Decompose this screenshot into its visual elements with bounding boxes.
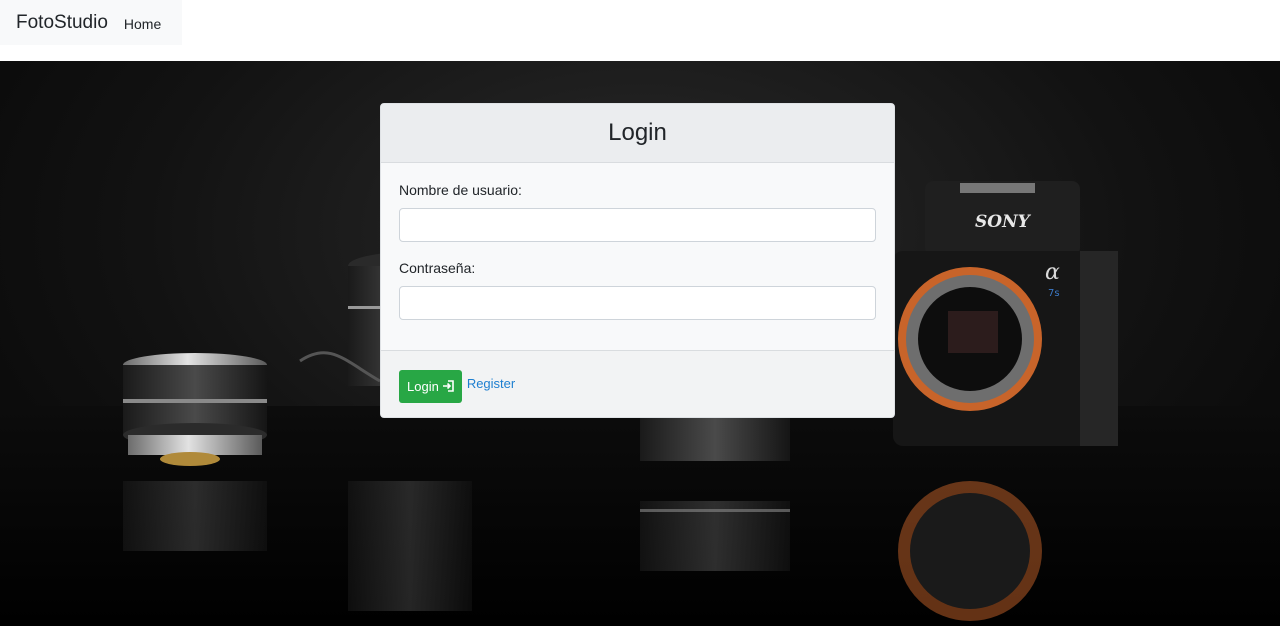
login-card-footer: Login Register [381,350,894,417]
password-label: Contraseña: [399,260,476,276]
lens-left [123,353,267,551]
login-card-header: Login [381,104,894,163]
sign-in-icon [442,380,454,392]
camera-brand-label: SONY [975,212,1032,232]
login-button-label: Login [407,378,439,394]
camera-model-mark: α [1045,260,1060,285]
brand-link[interactable]: FotoStudio [16,12,108,34]
login-form: Nombre de usuario: Contraseña: [381,163,894,350]
login-title: Login [608,119,667,146]
navbar: FotoStudio Home [0,0,182,45]
nav-home-link[interactable]: Home [124,14,161,32]
camera-model-sub: 7s [1048,288,1060,299]
password-input[interactable] [399,286,876,320]
username-label: Nombre de usuario: [399,182,522,198]
username-input[interactable] [399,208,876,242]
register-link[interactable]: Register [467,376,515,391]
login-button[interactable]: Login [399,369,462,403]
login-card: Login Nombre de usuario: Contraseña: Log… [380,103,895,418]
